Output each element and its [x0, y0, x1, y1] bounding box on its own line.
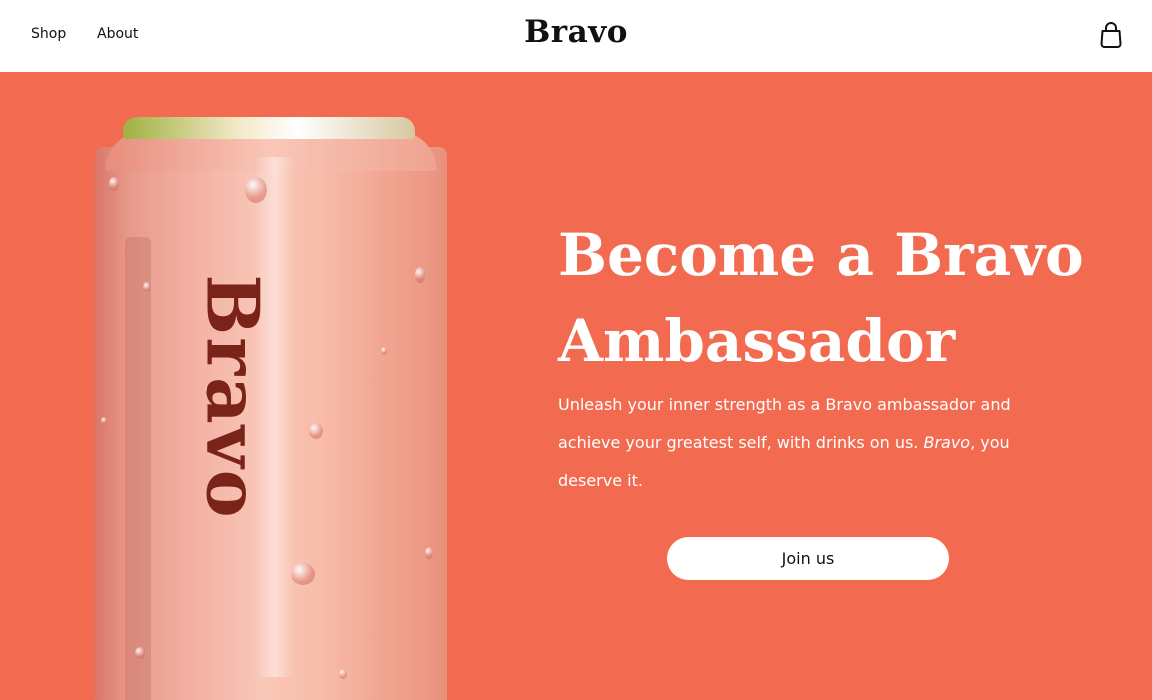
headline-line-2: Ambassador: [558, 307, 956, 375]
headline-line-1: Become a Bravo: [558, 221, 1084, 289]
shopping-bag-icon[interactable]: [1098, 21, 1124, 49]
hero-description: Unleash your inner strength as a Bravo a…: [558, 386, 1028, 500]
hero-section: Bravo Become a Bravo Ambassador Unleash …: [0, 72, 1152, 700]
description-emphasis: Bravo: [923, 433, 971, 452]
can-brand-label: Bravo: [190, 274, 276, 520]
can-image: Bravo: [95, 117, 447, 700]
brand-logo[interactable]: Bravo: [0, 14, 1152, 50]
site-header: Shop About Bravo: [0, 0, 1152, 72]
page-title: Become a Bravo Ambassador: [558, 212, 1118, 384]
join-us-button[interactable]: Join us: [667, 537, 949, 580]
